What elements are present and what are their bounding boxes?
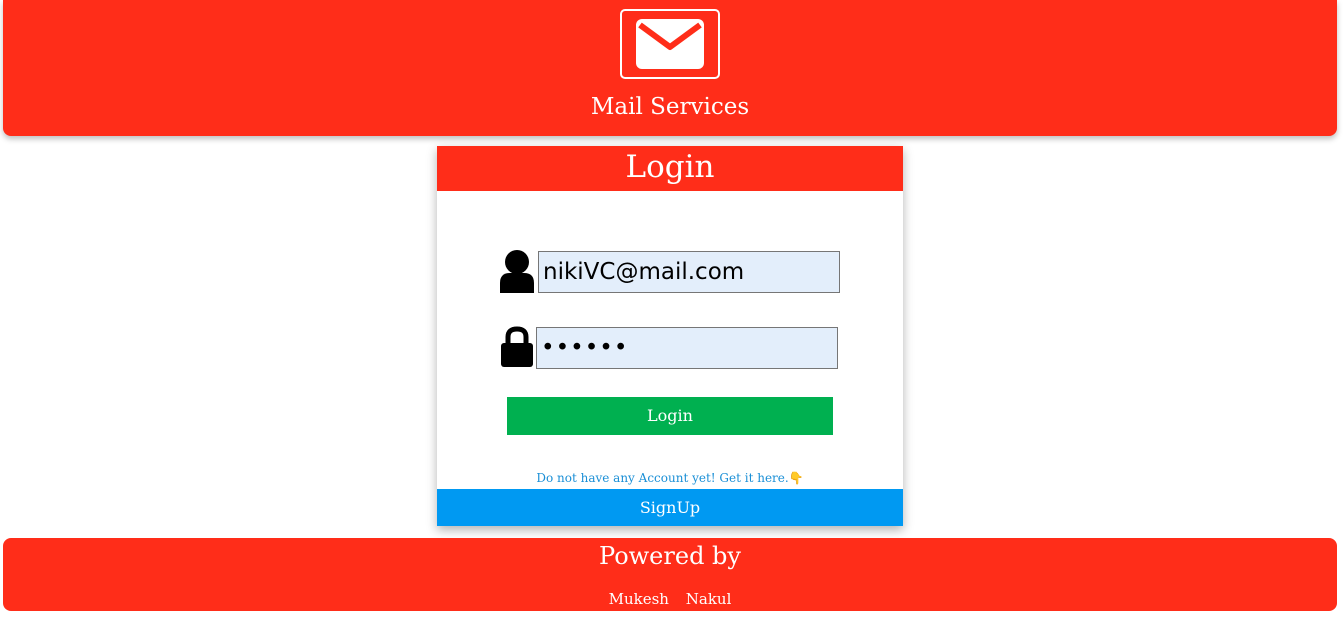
envelope-icon	[620, 9, 720, 79]
author-name: Mukesh	[608, 590, 669, 608]
site-header: Mail Services	[3, 0, 1337, 136]
lock-icon	[500, 326, 534, 372]
password-field[interactable]	[536, 327, 838, 369]
login-card: Login Login Do not have any Account yet!…	[437, 146, 903, 526]
signup-button[interactable]: SignUp	[437, 489, 903, 526]
login-title: Login	[437, 146, 903, 191]
footer-title: Powered by	[599, 542, 741, 570]
author-name: Nakul	[685, 590, 732, 608]
signup-hint-link[interactable]: Do not have any Account yet! Get it here…	[437, 470, 903, 486]
login-button[interactable]: Login	[507, 397, 833, 435]
site-footer: Powered by Mukesh Nakul	[3, 538, 1337, 611]
brand-title: Mail Services	[590, 94, 750, 120]
email-field[interactable]	[538, 251, 840, 293]
user-icon	[499, 249, 535, 297]
footer-authors: Mukesh Nakul	[3, 590, 1337, 608]
